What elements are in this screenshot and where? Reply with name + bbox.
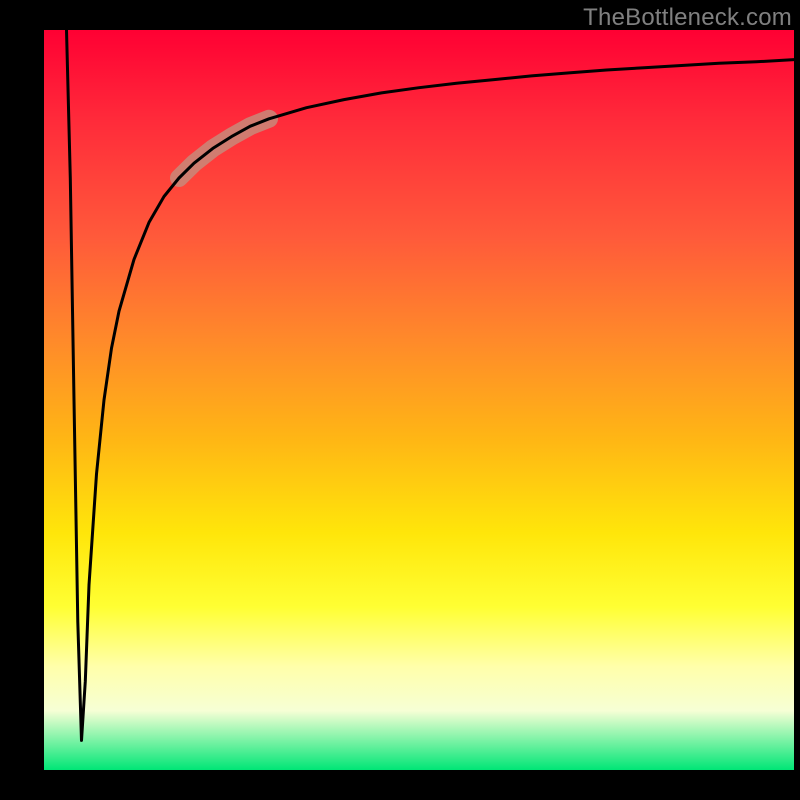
- plot-area: [44, 30, 794, 770]
- bottleneck-curve: [67, 30, 795, 740]
- watermark-text: TheBottleneck.com: [583, 4, 792, 32]
- curve-layer: [44, 30, 794, 770]
- highlight-segment: [179, 119, 269, 178]
- chart-frame: TheBottleneck.com: [0, 0, 800, 800]
